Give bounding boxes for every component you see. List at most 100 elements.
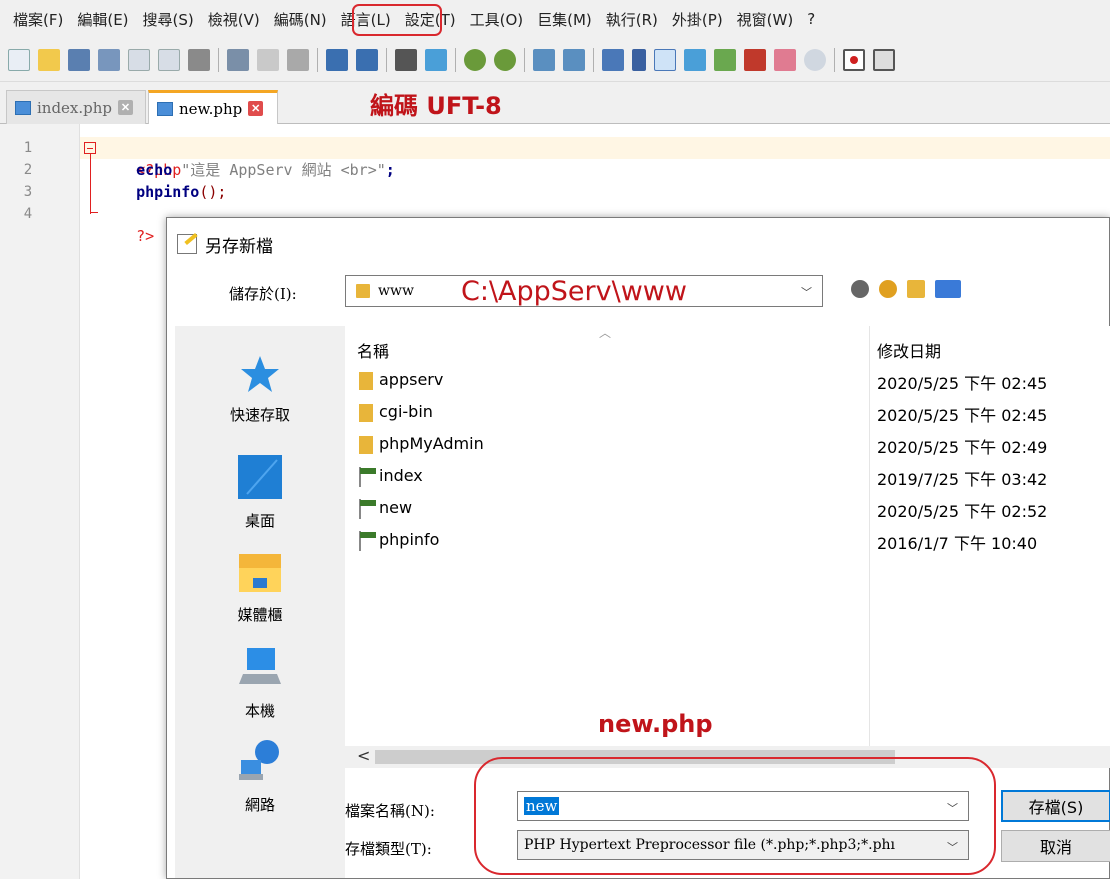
list-item[interactable]: phpinfo 2016/1/7 下午 10:40 [345,524,1110,556]
show-all-characters-icon[interactable] [632,48,646,71]
filename-input[interactable]: new ﹀ [517,791,969,821]
function-list-icon[interactable] [714,48,736,71]
new-file-icon[interactable] [8,48,30,71]
code-line-1: <?php [100,137,181,179]
place-this-pc[interactable]: 本機 [175,644,345,721]
call-parens: (); [199,183,227,201]
list-item[interactable]: cgi-bin 2020/5/25 下午 02:45 [345,396,1110,428]
place-network[interactable]: 網路 [175,738,345,815]
desktop-icon [238,455,282,499]
save-all-icon[interactable] [98,48,120,71]
cut-icon[interactable] [227,48,249,71]
copy-icon[interactable] [257,48,279,71]
close-icon[interactable]: ✕ [248,101,264,116]
folder-icon [356,284,370,298]
sync-horizontal-icon[interactable] [563,48,585,71]
menu-search[interactable]: 搜尋(S) [142,7,195,32]
file-name: phpMyAdmin [379,434,484,453]
cancel-button[interactable]: 取消 [1001,830,1110,862]
menu-window[interactable]: 視窗(W) [736,7,795,32]
chevron-down-icon[interactable]: ﹀ [801,284,812,300]
line-number: 2 [23,162,33,178]
toolbar-separator [524,47,525,72]
file-name: cgi-bin [379,402,433,421]
close-icon[interactable]: ✕ [118,100,134,115]
close-file-icon[interactable] [128,48,150,71]
list-item[interactable]: index 2019/7/25 下午 03:42 [345,460,1110,492]
place-label: 本機 [244,702,275,720]
sync-vertical-icon[interactable] [533,48,555,71]
php-close-tag: ?> [136,227,155,245]
indent-guide-icon[interactable] [654,48,676,71]
word-wrap-icon[interactable] [602,48,624,71]
network-icon [239,740,279,780]
tab-new-php[interactable]: new.php ✕ [148,90,278,124]
horizontal-scrollbar[interactable]: < [345,746,1110,768]
paste-icon[interactable] [287,48,309,71]
print-icon[interactable] [188,48,210,71]
place-label: 桌面 [244,512,275,530]
column-header-date[interactable]: 修改日期 [877,338,941,362]
file-saved-icon [157,101,173,116]
save-in-value: www [378,283,414,299]
back-icon[interactable] [851,280,869,298]
menu-tools[interactable]: 工具(O) [469,7,525,32]
save-button[interactable]: 存檔(S) [1001,790,1110,822]
list-item[interactable]: appserv 2020/5/25 下午 02:45 [345,364,1110,396]
file-list[interactable]: ︿ 名稱 修改日期 appserv 2020/5/25 下午 02:45 cgi… [345,326,1110,746]
line-number-gutter: 1 2 3 4 [0,124,80,879]
file-date: 2020/5/25 下午 02:45 [877,374,1048,393]
save-as-icon [177,234,197,254]
menu-settings[interactable]: 設定(T) [404,7,457,32]
eye-icon[interactable] [804,48,826,71]
menu-encoding[interactable]: 編碼(N) [273,7,328,32]
stop-macro-icon[interactable] [873,48,895,71]
place-quick-access[interactable]: 快速存取 [175,354,345,425]
zoom-out-icon[interactable] [494,48,516,71]
menu-bar: 檔案(F) 編輯(E) 搜尋(S) 檢視(V) 編碼(N) 語言(L) 設定(T… [0,0,1110,38]
line-number: 4 [23,206,33,222]
document-map-icon[interactable] [684,48,706,71]
find-icon[interactable] [395,48,417,71]
semicolon: ; [385,161,395,179]
place-label: 網路 [244,796,275,814]
save-icon[interactable] [68,48,90,71]
menu-language[interactable]: 語言(L) [340,7,392,32]
filetype-dropdown[interactable]: PHP Hypertext Preprocessor file (*.php;*… [517,830,969,860]
monitoring-icon[interactable] [774,48,796,71]
undo-icon[interactable] [326,48,348,71]
chevron-down-icon[interactable]: ﹀ [947,800,958,816]
zoom-in-icon[interactable] [464,48,486,71]
replace-icon[interactable] [425,48,447,71]
open-file-icon[interactable] [38,48,60,71]
file-date: 2016/1/7 下午 10:40 [877,534,1038,553]
view-menu-icon[interactable] [935,280,961,298]
place-libraries[interactable]: 媒體櫃 [175,548,345,625]
menu-run[interactable]: 執行(R) [605,7,659,32]
close-all-icon[interactable] [158,48,180,71]
redo-icon[interactable] [356,48,378,71]
column-header-name[interactable]: 名稱 [357,338,389,362]
tab-index-php[interactable]: index.php ✕ [6,90,146,124]
record-macro-icon[interactable] [843,48,865,71]
list-item[interactable]: phpMyAdmin 2020/5/25 下午 02:49 [345,428,1110,460]
menu-file[interactable]: 檔案(F) [12,7,64,32]
place-desktop[interactable]: 桌面 [175,454,345,531]
fold-collapse-icon[interactable] [84,142,96,154]
up-folder-icon[interactable] [879,280,897,298]
list-item[interactable]: new 2020/5/25 下午 02:52 [345,492,1110,524]
folder-workspace-icon[interactable] [744,48,766,71]
file-name: phpinfo [379,530,440,549]
menu-view[interactable]: 檢視(V) [207,7,261,32]
scroll-left-icon[interactable]: < [357,746,370,765]
menu-macro[interactable]: 巨集(M) [536,7,593,32]
menu-edit[interactable]: 編輯(E) [76,7,129,32]
save-as-dialog: 另存新檔 儲存於(I): www ﹀ C:\AppServ\www 快速存取 桌… [166,217,1110,879]
menu-plugins[interactable]: 外掛(P) [671,7,724,32]
scrollbar-thumb[interactable] [375,750,895,764]
menu-help[interactable]: ? [806,8,816,30]
fold-guide-line [90,154,91,214]
new-folder-icon[interactable] [907,280,925,298]
chevron-down-icon[interactable]: ﹀ [947,839,958,855]
filetype-label: 存檔類型(T): [345,840,432,858]
